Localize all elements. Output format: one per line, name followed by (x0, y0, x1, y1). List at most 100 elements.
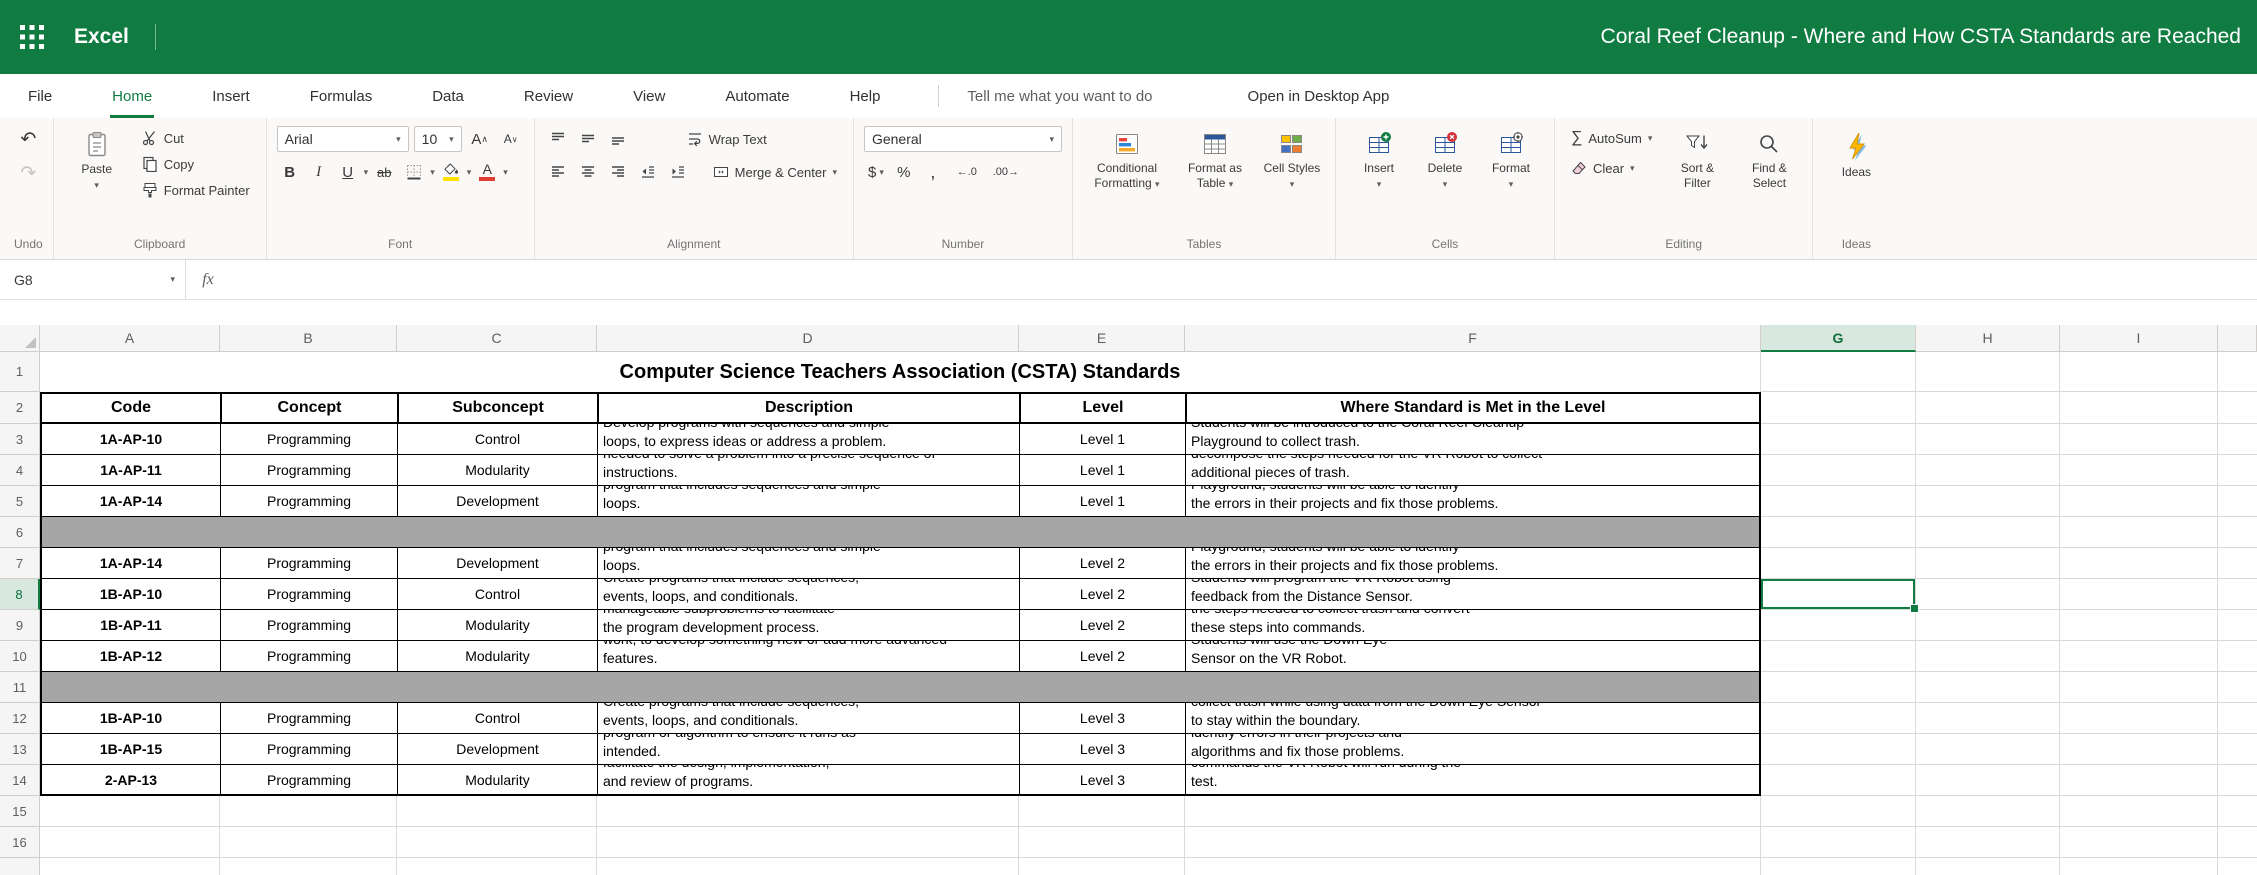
cell-A8[interactable]: 1B-AP-10 (40, 579, 220, 610)
select-all-corner[interactable] (0, 325, 40, 352)
row-header-1[interactable]: 1 (0, 352, 40, 392)
tab-insert[interactable]: Insert (210, 74, 252, 118)
row-header-8[interactable]: 8 (0, 579, 40, 610)
cell-A13[interactable]: 1B-AP-15 (40, 734, 220, 765)
merge-center-button[interactable]: Merge & Center ▾ (707, 160, 843, 184)
cell-E3[interactable]: Level 1 (1019, 424, 1185, 455)
cell-B2[interactable]: Concept (220, 392, 397, 424)
undo-button[interactable]: ↶ (15, 126, 42, 152)
tab-formulas[interactable]: Formulas (308, 74, 375, 118)
cell[interactable] (1916, 765, 2060, 796)
cell-C12[interactable]: Control (397, 703, 597, 734)
percent-format-button[interactable]: % (891, 159, 917, 185)
fx-icon[interactable]: fx (186, 260, 230, 299)
cell[interactable] (597, 858, 1019, 875)
tab-help[interactable]: Help (848, 74, 883, 118)
row-header-10[interactable]: 10 (0, 641, 40, 672)
cell-B9[interactable]: Programming (220, 610, 397, 641)
tab-automate[interactable]: Automate (723, 74, 791, 118)
cell[interactable] (1916, 858, 2060, 875)
cell-A14[interactable]: 2-AP-13 (40, 765, 220, 796)
column-header-E[interactable]: E (1019, 325, 1185, 352)
cell-E8[interactable]: Level 2 (1019, 579, 1185, 610)
column-header-C[interactable]: C (397, 325, 597, 352)
cell-C9[interactable]: Modularity (397, 610, 597, 641)
cell-A2[interactable]: Code (40, 392, 220, 424)
cell-A7[interactable]: 1A-AP-14 (40, 548, 220, 579)
cell-D14[interactable]: facilitate the design, implementation,an… (597, 765, 1019, 796)
cell[interactable] (397, 827, 597, 858)
cell-E4[interactable]: Level 1 (1019, 455, 1185, 486)
cell[interactable] (1761, 486, 1916, 517)
cell-A5[interactable]: 1A-AP-14 (40, 486, 220, 517)
cell[interactable] (2060, 392, 2218, 424)
cell-E2[interactable]: Level (1019, 392, 1185, 424)
sheet-title-cell[interactable]: Computer Science Teachers Association (C… (40, 352, 1761, 392)
cell[interactable] (2060, 641, 2218, 672)
cell[interactable] (2060, 703, 2218, 734)
cell[interactable] (1916, 641, 2060, 672)
row-header-14[interactable]: 14 (0, 765, 40, 796)
sort-filter-button[interactable]: Sort & Filter (1664, 126, 1730, 193)
cell[interactable] (1761, 734, 1916, 765)
cell[interactable] (2060, 352, 2218, 392)
cell-D12[interactable]: Create programs that include sequences,e… (597, 703, 1019, 734)
formula-input[interactable] (230, 260, 2257, 299)
clear-button[interactable]: Clear ▾ (1565, 156, 1658, 180)
cell[interactable] (1761, 424, 1916, 455)
cell[interactable] (1916, 455, 2060, 486)
cell[interactable] (2060, 858, 2218, 875)
cell-C4[interactable]: Modularity (397, 455, 597, 486)
insert-cells-button[interactable]: Insert ▾ (1346, 126, 1412, 191)
cell-D3[interactable]: Develop programs with sequences and simp… (597, 424, 1019, 455)
cell-B8[interactable]: Programming (220, 579, 397, 610)
cell-F2[interactable]: Where Standard is Met in the Level (1185, 392, 1761, 424)
cell[interactable] (2060, 610, 2218, 641)
cell[interactable] (1916, 548, 2060, 579)
cell[interactable] (1916, 486, 2060, 517)
cell-A10[interactable]: 1B-AP-12 (40, 641, 220, 672)
cell-C8[interactable]: Control (397, 579, 597, 610)
cell[interactable] (1916, 392, 2060, 424)
strikethrough-button[interactable]: ab (371, 159, 397, 185)
cell-B3[interactable]: Programming (220, 424, 397, 455)
cell-C10[interactable]: Modularity (397, 641, 597, 672)
cell[interactable] (1185, 858, 1761, 875)
cell-E9[interactable]: Level 2 (1019, 610, 1185, 641)
cell[interactable] (1761, 610, 1916, 641)
cell[interactable] (220, 827, 397, 858)
cell[interactable] (2060, 548, 2218, 579)
column-header-A[interactable]: A (40, 325, 220, 352)
cell[interactable] (220, 858, 397, 875)
row-header-13[interactable]: 13 (0, 734, 40, 765)
cell[interactable] (1761, 641, 1916, 672)
cell-A3[interactable]: 1A-AP-10 (40, 424, 220, 455)
borders-button[interactable] (400, 159, 427, 185)
cell[interactable] (1019, 858, 1185, 875)
cell[interactable] (220, 796, 397, 827)
cell[interactable] (1761, 517, 1916, 548)
cell[interactable] (1761, 703, 1916, 734)
cell[interactable] (1185, 827, 1761, 858)
cell[interactable] (2060, 486, 2218, 517)
app-launcher-button[interactable] (0, 0, 64, 74)
cell-C3[interactable]: Control (397, 424, 597, 455)
increase-decimal-button[interactable]: ←.0 (949, 159, 985, 185)
cell[interactable] (1916, 424, 2060, 455)
cell[interactable] (1916, 827, 2060, 858)
font-color-button[interactable]: A (474, 159, 500, 185)
cell-E14[interactable]: Level 3 (1019, 765, 1185, 796)
paste-button[interactable]: Paste ▾ (64, 126, 130, 192)
cell-D9[interactable]: manageable subproblems to facilitatethe … (597, 610, 1019, 641)
align-left-button[interactable] (545, 159, 572, 185)
tab-data[interactable]: Data (430, 74, 466, 118)
cell-B5[interactable]: Programming (220, 486, 397, 517)
cell[interactable] (1761, 455, 1916, 486)
row-header-4[interactable]: 4 (0, 455, 40, 486)
cell-D4[interactable]: needed to solve a problem into a precise… (597, 455, 1019, 486)
cell-F5[interactable]: Playground, students will be able to ide… (1185, 486, 1761, 517)
decrease-decimal-button[interactable]: .00→ (988, 159, 1024, 185)
ideas-button[interactable]: Ideas (1823, 126, 1889, 182)
row-header-partial[interactable] (0, 858, 40, 875)
separator-row-11[interactable] (40, 672, 1761, 703)
